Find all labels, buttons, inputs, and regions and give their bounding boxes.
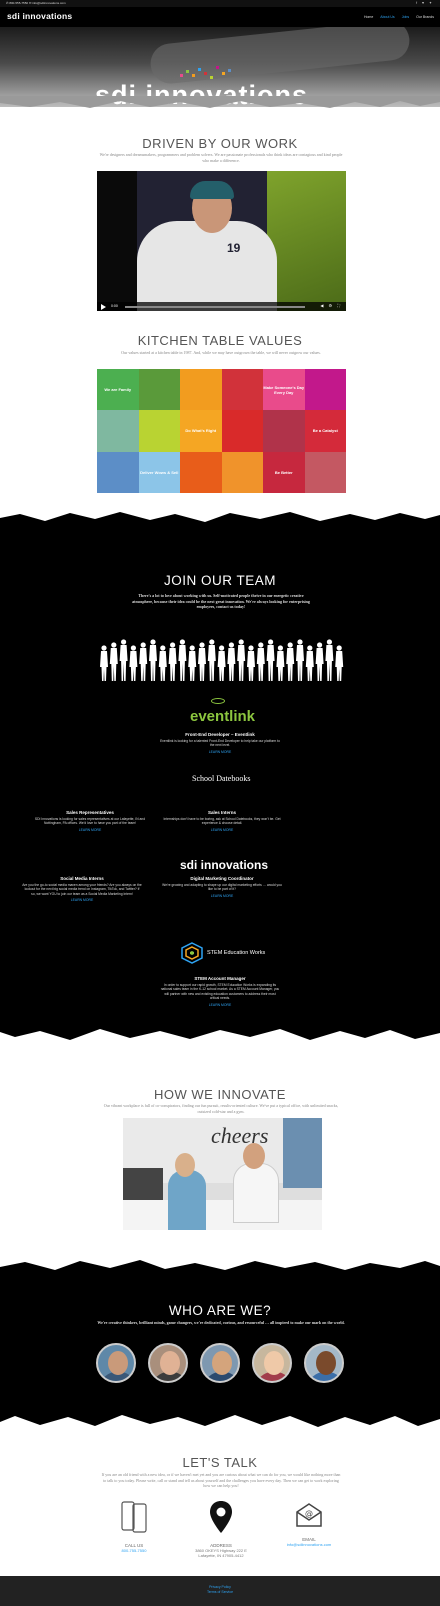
volume-fullscreen-icon[interactable]: ◀ ⚙ ⛶ xyxy=(320,303,342,308)
learn-more-link[interactable]: LEARN MORE xyxy=(30,828,150,832)
kitchen-title: KITCHEN TABLE VALUES xyxy=(137,333,303,348)
value-tile: Do What's Right xyxy=(180,410,222,452)
stem-logo-icon xyxy=(181,942,203,964)
value-tile xyxy=(138,410,180,452)
site-logo[interactable]: sdi innovations xyxy=(7,11,72,21)
torn-edge xyxy=(0,1410,440,1427)
value-tile-label: Deliver Wows & Sell xyxy=(140,469,179,475)
sdi-logo: sdi innovations xyxy=(180,858,269,872)
value-tile-label: Do What's Right xyxy=(185,428,217,434)
value-tile xyxy=(263,410,305,452)
social-icons[interactable]: f ♥ ✦ xyxy=(416,1,434,5)
value-tile xyxy=(97,410,139,452)
main-nav: Home About Us Jobs Our Brands xyxy=(364,15,434,19)
kitchen-subtitle: Our values started at a kitchen table in… xyxy=(121,350,321,355)
stem-logo-text: STEM Education Works xyxy=(207,950,266,956)
video-progress[interactable] xyxy=(125,306,305,308)
value-tile xyxy=(97,451,139,493)
school-datebooks-logo: School Datebooks xyxy=(192,774,251,783)
value-tile-label: Be Better xyxy=(274,469,293,475)
eventlink-logo-icon xyxy=(211,698,225,704)
learn-more-link[interactable]: LEARN MORE xyxy=(162,894,282,898)
learn-more-link[interactable]: LEARN MORE xyxy=(162,828,282,832)
who-subtitle: We're creative thinkers, brilliant minds… xyxy=(97,1320,345,1325)
talk-subtitle: If you are an old friend with a new idea… xyxy=(101,1472,341,1488)
email-icon: @ xyxy=(296,1503,322,1527)
video-player[interactable]: 19 0:00 ◀ ⚙ ⛶ xyxy=(97,171,346,311)
avatar xyxy=(252,1343,292,1383)
video-controls: 0:00 ◀ ⚙ ⛶ xyxy=(97,302,346,311)
avatar xyxy=(304,1343,344,1383)
join-subtitle: There's a lot to love about working with… xyxy=(132,593,310,609)
eventlink-logo: eventlink xyxy=(190,708,256,725)
job-sales: Sales Representatives SDI Innovations is… xyxy=(30,810,150,832)
value-tile xyxy=(221,451,263,493)
avatar xyxy=(96,1343,136,1383)
footer-links: Privacy Policy Terms of Service xyxy=(0,1585,440,1595)
call-us: CALL US 800-755-7550 xyxy=(84,1500,184,1553)
driven-title: DRIVEN BY OUR WORK xyxy=(142,136,298,151)
learn-more-link[interactable]: LEARN MORE xyxy=(22,898,142,902)
value-tile xyxy=(304,369,346,411)
avatar xyxy=(148,1343,188,1383)
avatar xyxy=(200,1343,240,1383)
innovate-video[interactable]: cheers xyxy=(123,1118,322,1230)
team-silhouettes xyxy=(100,639,344,681)
nav-jobs[interactable]: Jobs xyxy=(402,15,409,19)
email-link[interactable]: info@sdiinnovations.com xyxy=(259,1542,359,1547)
torn-edge xyxy=(0,1023,440,1040)
learn-more-link[interactable]: LEARN MORE xyxy=(160,1003,280,1007)
value-tile: Deliver Wows & Sell xyxy=(138,451,180,493)
play-icon[interactable] xyxy=(101,304,106,310)
driven-subtitle: We're designers and dreamsmakers, progra… xyxy=(99,152,343,163)
value-tile xyxy=(180,369,222,411)
value-tile-label: We are Family xyxy=(104,387,132,393)
innovate-subtitle: Our vibrant workplace is full of co-cons… xyxy=(103,1103,339,1114)
job-social-media: Social Media Interns Are you the go-to s… xyxy=(22,876,142,903)
contact-info[interactable]: ✆ 800-555-7550 ✉ info@sdiinnovations.com xyxy=(6,1,66,5)
video-time: 0:00 xyxy=(111,304,118,308)
value-tile xyxy=(180,451,222,493)
video-person xyxy=(137,221,277,311)
who-title: WHO ARE WE? xyxy=(168,1303,272,1318)
phone-link[interactable]: 800-755-7550 xyxy=(84,1548,184,1553)
torn-edge xyxy=(0,512,440,528)
terms-link[interactable]: Terms of Service xyxy=(0,1590,440,1595)
top-bar xyxy=(0,0,440,7)
map-pin-icon xyxy=(210,1501,232,1533)
value-tile: Make Someone's Day Every Day xyxy=(263,369,305,411)
value-tile xyxy=(221,410,263,452)
job-eventlink: Front-End Developer – Eventlink Eventlin… xyxy=(160,732,280,754)
join-title: JOIN OUR TEAM xyxy=(163,573,276,588)
value-tile xyxy=(304,451,346,493)
value-tile: Be a Catalyst xyxy=(304,410,346,452)
address: ADDRESS 3860 OKEYS Highway 222 E Lafayet… xyxy=(171,1500,271,1558)
torn-edge xyxy=(0,1260,440,1278)
torn-edge xyxy=(0,96,440,108)
nav-about[interactable]: About Us xyxy=(380,15,394,19)
svg-text:@: @ xyxy=(305,1509,313,1518)
learn-more-link[interactable]: LEARN MORE xyxy=(160,750,280,754)
value-tile: We are Family xyxy=(97,369,139,411)
values-grid: We are Family Make Someone's Day Every Da… xyxy=(97,369,346,493)
talk-title: LET'S TALK xyxy=(182,1455,258,1470)
value-tile xyxy=(138,369,180,411)
job-sales-interns: Sales Interns Internships don't have to … xyxy=(162,810,282,832)
value-tile xyxy=(221,369,263,411)
job-stem: STEM Account Manager In order to support… xyxy=(160,976,280,1007)
job-digital-marketing: Digital Marketing Coordinator We're grow… xyxy=(162,876,282,898)
phone-icon xyxy=(121,1501,147,1533)
value-tile: Be Better xyxy=(263,451,305,493)
email: @ EMAIL info@sdiinnovations.com xyxy=(259,1502,359,1547)
nav-brands[interactable]: Our Brands xyxy=(416,15,434,19)
nav-home[interactable]: Home xyxy=(364,15,373,19)
value-tile-label: Be a Catalyst xyxy=(312,428,338,434)
value-tile-label: Make Someone's Day Every Day xyxy=(263,384,305,395)
innovate-title: HOW WE INNOVATE xyxy=(154,1087,286,1102)
